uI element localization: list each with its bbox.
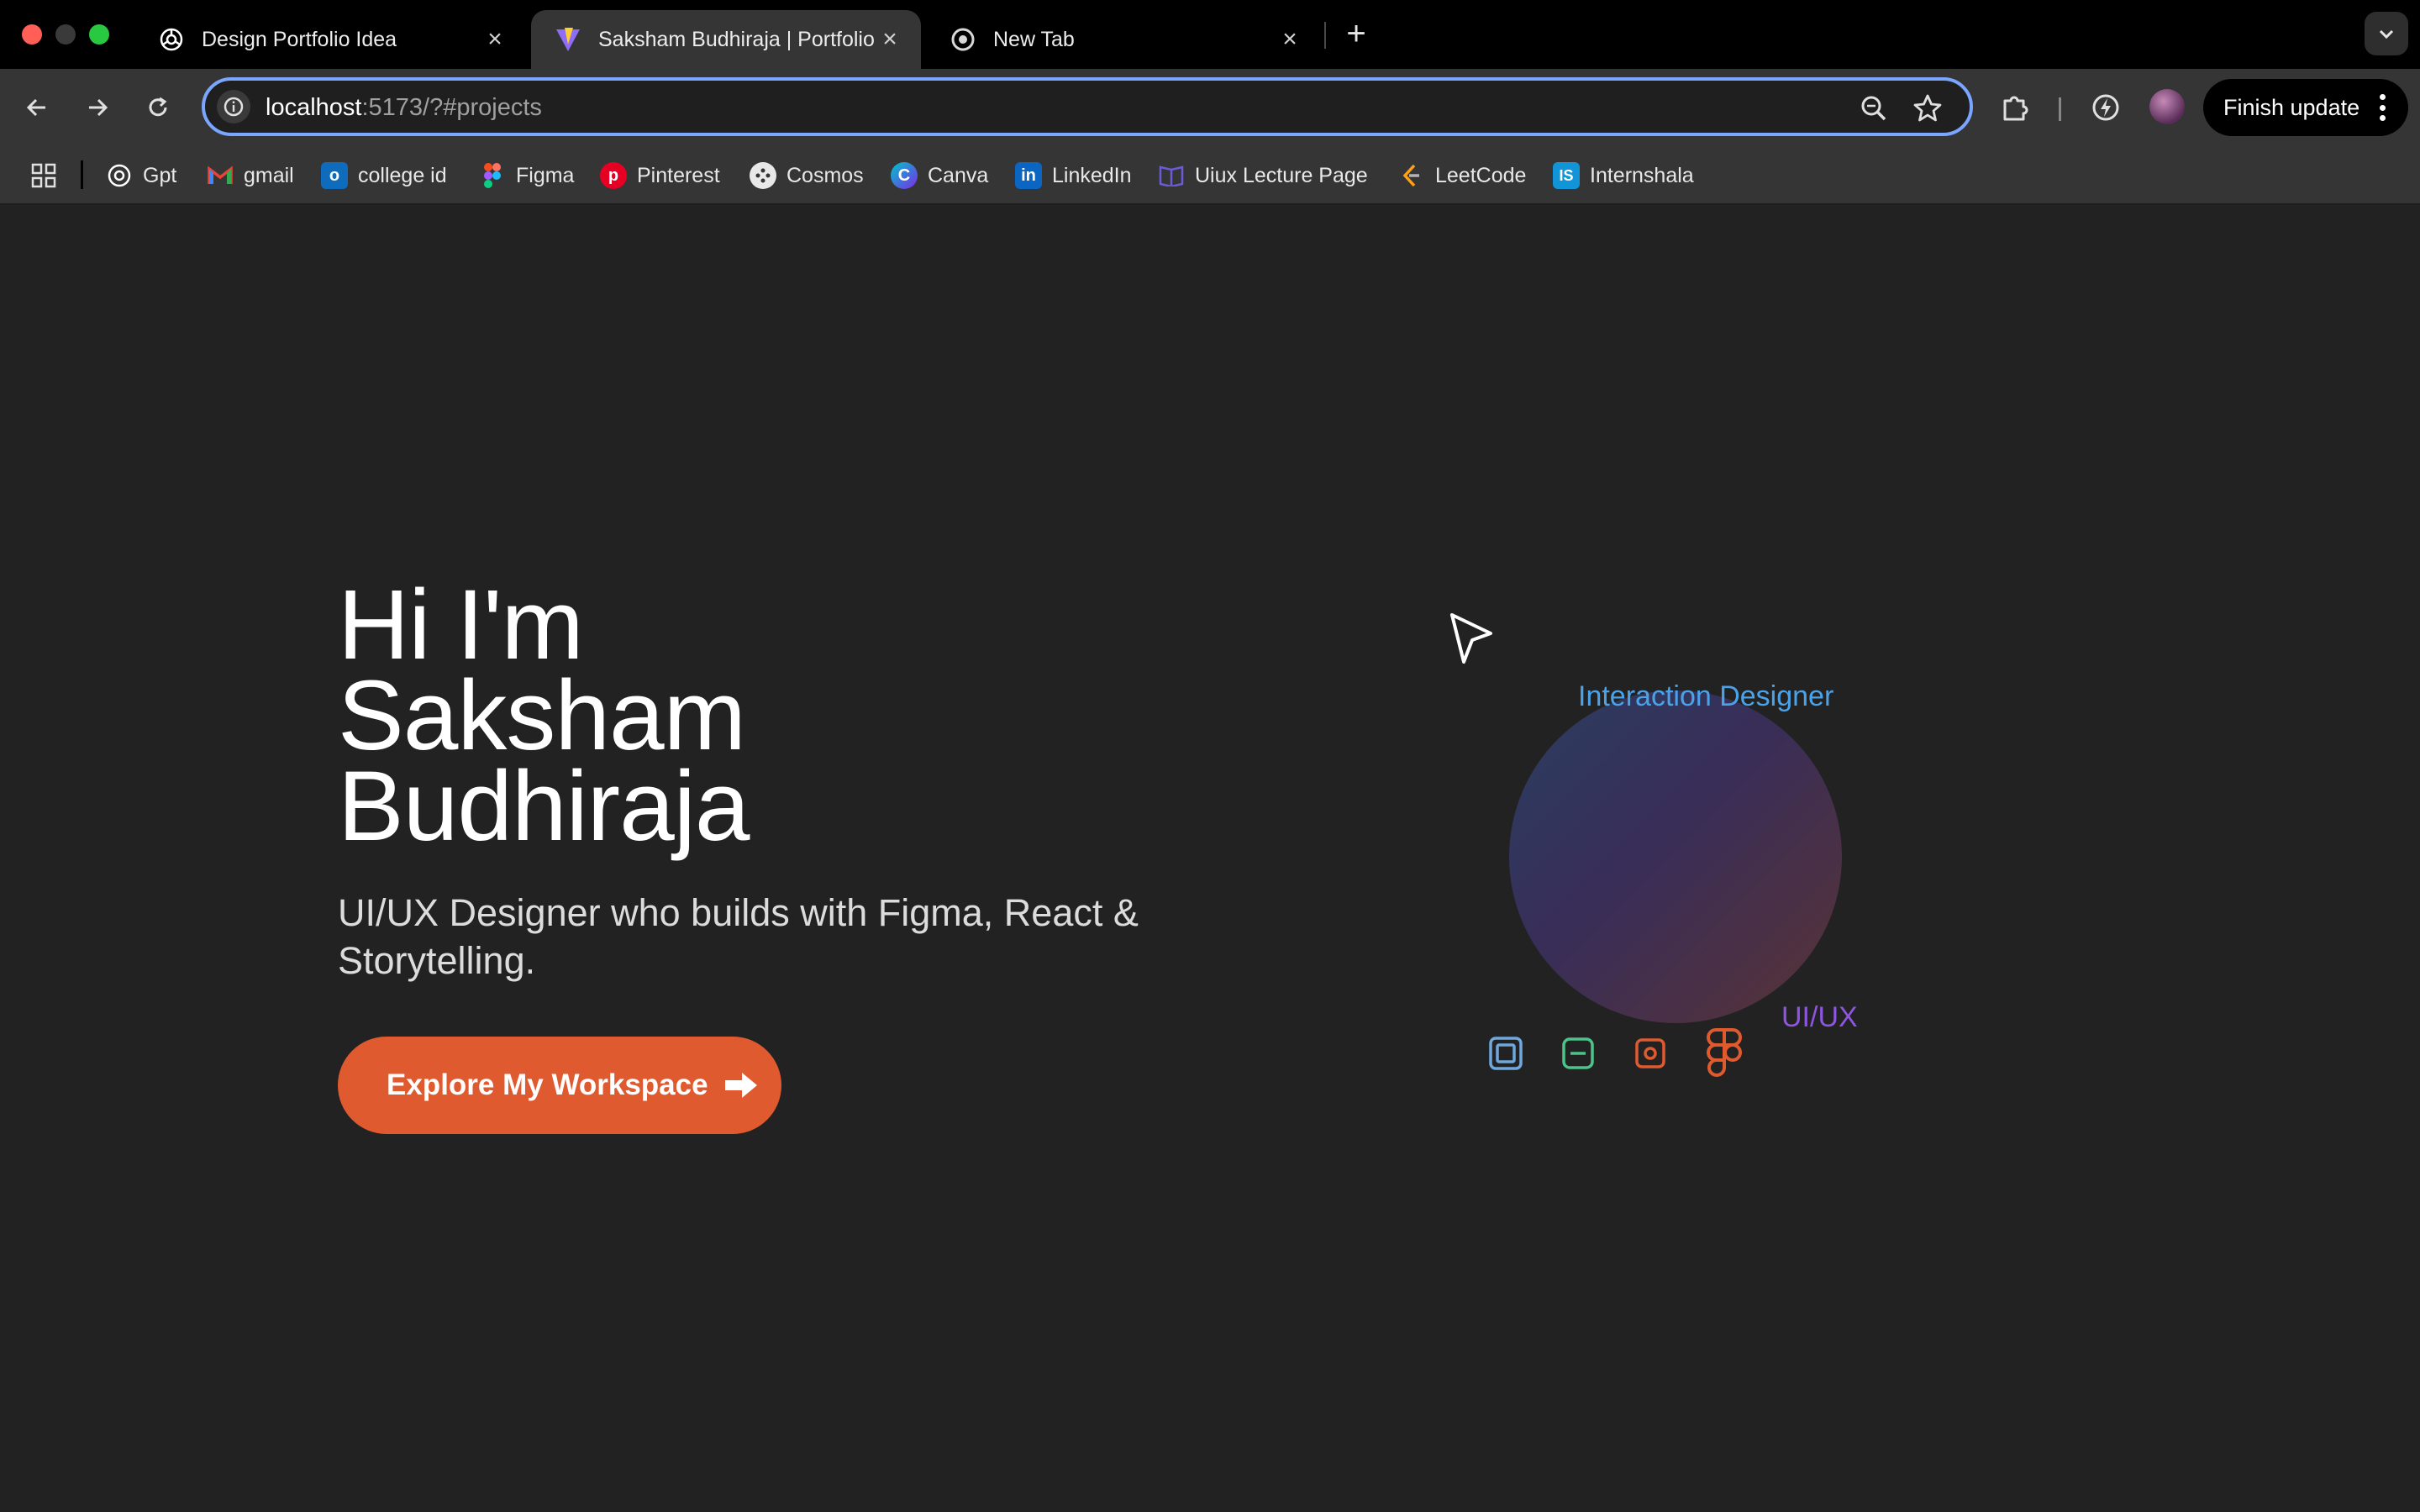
- bookmark-label: Canva: [928, 163, 989, 187]
- zoom-icon[interactable]: [1857, 92, 1891, 125]
- bookmark-label: Cosmos: [786, 163, 864, 187]
- bookmark-label: Uiux Lecture Page: [1195, 163, 1368, 187]
- bookmark-label: Gpt: [143, 163, 177, 187]
- forward-button[interactable]: [77, 87, 118, 128]
- gradient-orb: [1509, 690, 1842, 1023]
- openai-icon: [158, 26, 185, 53]
- close-icon[interactable]: ×: [877, 25, 902, 53]
- bookmark-gmail[interactable]: gmail: [207, 160, 294, 192]
- close-icon[interactable]: ×: [482, 25, 508, 53]
- bookmark-star-icon[interactable]: [1911, 92, 1944, 125]
- speed-icon: [2092, 94, 2119, 121]
- tab-saksham-portfolio[interactable]: Saksham Budhiraja | Portfolio ×: [531, 10, 921, 69]
- more-vert-icon[interactable]: [2380, 94, 2386, 121]
- bookmark-label: LinkedIn: [1052, 163, 1132, 187]
- bookmark-canva[interactable]: C Canva: [891, 160, 988, 192]
- arrow-right-icon: [724, 1073, 757, 1098]
- frame-icon: [1489, 1037, 1523, 1070]
- leetcode-icon: [1398, 162, 1425, 189]
- url-host: localhost: [266, 94, 362, 121]
- site-info-icon[interactable]: [217, 90, 250, 123]
- vite-icon: [555, 26, 581, 53]
- bookmark-label: Internshala: [1590, 163, 1694, 187]
- bookmark-gpt[interactable]: Gpt: [106, 160, 176, 192]
- profile-avatar[interactable]: [2149, 89, 2185, 124]
- bookmark-cosmos[interactable]: Cosmos: [750, 160, 864, 192]
- close-icon[interactable]: ×: [1277, 25, 1302, 53]
- bookmark-label: college id: [358, 163, 447, 187]
- bookmark-label: Pinterest: [637, 163, 720, 187]
- minimize-window-button[interactable]: [55, 24, 76, 45]
- cosmos-icon: [750, 162, 776, 189]
- bookmark-internshala[interactable]: IS Internshala: [1553, 160, 1694, 192]
- linkedin-icon: in: [1015, 162, 1042, 189]
- bookmark-pinterest[interactable]: p Pinterest: [600, 160, 720, 192]
- bookmark-label: gmail: [244, 163, 294, 187]
- reload-icon: [149, 97, 167, 117]
- arrow-right-icon: [89, 98, 108, 117]
- hero-heading-line: Budhiraja: [338, 751, 750, 862]
- hero-heading: Hi I'm Saksham Budhiraja: [338, 570, 750, 862]
- puzzle-icon: [2003, 96, 2028, 121]
- uiux-label: UI/UX: [1781, 1001, 1858, 1033]
- bookmark-figma[interactable]: Figma: [479, 160, 574, 192]
- chevron-down-icon: [2379, 29, 2394, 39]
- bookmark-uiux-lecture-page[interactable]: Uiux Lecture Page: [1158, 160, 1368, 192]
- hero-heading-line: Hi I'm: [338, 570, 584, 680]
- address-bar[interactable]: localhost:5173/?#projects: [202, 77, 1973, 136]
- internshala-icon: IS: [1553, 162, 1580, 189]
- component-icon: [1562, 1037, 1594, 1069]
- bookmark-label: LeetCode: [1435, 163, 1527, 187]
- extensions-button[interactable]: [1996, 89, 2033, 126]
- bookmark-leetcode[interactable]: LeetCode: [1398, 160, 1526, 192]
- figma-icon: [479, 162, 506, 189]
- canva-icon: C: [891, 162, 918, 189]
- figma-logo-icon: [1707, 1028, 1742, 1077]
- book-icon: [1158, 162, 1185, 189]
- bookmarks-divider: [81, 160, 83, 189]
- interaction-designer-label: Interaction Designer: [1578, 680, 1834, 712]
- tab-title: Saksham Budhiraja | Portfolio: [598, 27, 875, 51]
- url-text[interactable]: localhost:5173/?#projects: [266, 94, 542, 122]
- tab-title: Design Portfolio Idea: [202, 27, 397, 51]
- back-button[interactable]: [17, 87, 57, 128]
- cta-label: Explore My Workspace: [387, 1068, 708, 1101]
- maximize-window-button[interactable]: [89, 24, 109, 45]
- cursor-arrow-icon: [1450, 613, 1492, 664]
- explore-workspace-button[interactable]: Explore My Workspace: [338, 1037, 781, 1134]
- browser-tab-bar: Design Portfolio Idea × Saksham Budhiraj…: [0, 0, 2420, 69]
- bookmark-label: Figma: [516, 163, 575, 187]
- performance-button[interactable]: [2087, 89, 2124, 126]
- target-icon: [1635, 1038, 1665, 1068]
- apps-grid-icon[interactable]: [30, 162, 57, 189]
- tab-separator: [1324, 22, 1326, 49]
- finish-update-button[interactable]: Finish update: [2203, 79, 2408, 136]
- close-window-button[interactable]: [22, 24, 42, 45]
- tab-search-button[interactable]: [2365, 12, 2408, 55]
- reload-button[interactable]: [138, 87, 178, 128]
- browser-toolbar: localhost:5173/?#projects Finish update: [0, 69, 2420, 146]
- gmail-icon: [207, 162, 234, 189]
- tab-new-tab[interactable]: New Tab ×: [926, 10, 1321, 69]
- new-tab-button[interactable]: +: [1339, 15, 1373, 52]
- finish-update-label: Finish update: [2223, 94, 2360, 120]
- hero-subtitle: UI/UX Designer who builds with Figma, Re…: [338, 891, 1139, 982]
- tab-design-portfolio-idea[interactable]: Design Portfolio Idea ×: [134, 10, 526, 69]
- openai-icon: [106, 162, 133, 189]
- hero-heading-line: Saksham: [338, 660, 746, 771]
- url-path: :5173/?#projects: [361, 94, 542, 121]
- toolbar-divider: [2059, 97, 2061, 121]
- bookmark-college-id[interactable]: o college id: [321, 160, 447, 192]
- chrome-icon: [950, 26, 976, 53]
- tab-title: New Tab: [993, 27, 1075, 51]
- bookmark-linkedin[interactable]: in LinkedIn: [1015, 160, 1132, 192]
- pinterest-icon: p: [600, 162, 627, 189]
- outlook-icon: o: [321, 162, 348, 189]
- bookmarks-bar: Gpt gmail o college id Figma p Pinterest…: [0, 146, 2420, 205]
- arrow-left-icon: [26, 98, 45, 117]
